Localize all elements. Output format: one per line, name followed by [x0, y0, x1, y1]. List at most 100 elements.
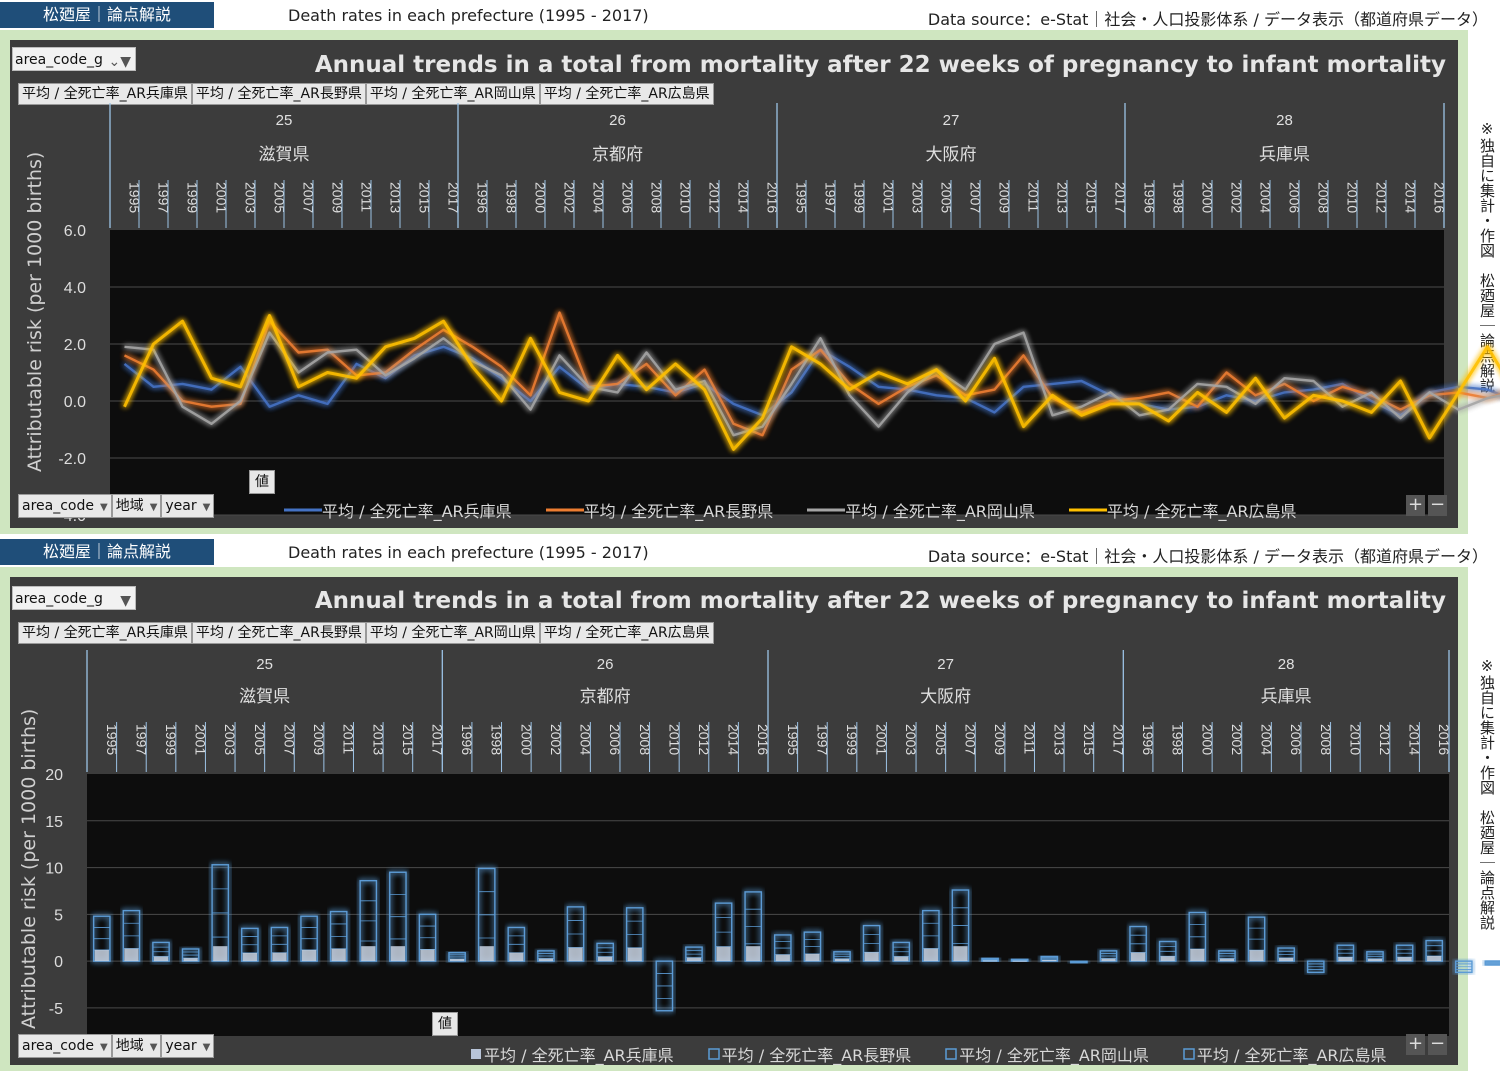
group-name-label: 滋賀県 [259, 145, 310, 165]
area-code-field-button[interactable]: area_code ▼ [18, 494, 112, 518]
year-tick-label: 2001 [193, 724, 209, 755]
bar-segment-hyogo [894, 956, 909, 962]
expand-button[interactable]: + [1406, 1034, 1425, 1055]
year-tick-label: 2000 [533, 182, 549, 213]
bar-segment-hyogo [805, 953, 820, 962]
year-tick-label: 1996 [475, 182, 491, 213]
group-code-label: 28 [1278, 656, 1295, 673]
chart-legend: 平均 / 全死亡率_AR兵庫県 平均 / 全死亡率_AR長野県 平均 / 全死亡… [470, 1042, 1421, 1066]
year-tick-label: 2016 [1436, 724, 1452, 755]
bar-segment-hyogo [449, 959, 465, 962]
year-tick-label: 2002 [562, 182, 578, 213]
legend-item-hyogo: 平均 / 全死亡率_AR兵庫県 [284, 502, 512, 521]
bar-segment-hyogo [1160, 956, 1175, 962]
year-tick-label: 2010 [1347, 724, 1363, 755]
bar-segment-hyogo [864, 952, 879, 962]
year-tick-label: 2000 [518, 724, 534, 755]
legend-item-hyogo: 平均 / 全死亡率_AR兵庫県 [470, 1042, 674, 1066]
region-field-button[interactable]: 地域 ▼ [111, 1034, 162, 1058]
year-tick-label: 2016 [765, 182, 781, 213]
year-tick-label: 2007 [962, 724, 978, 755]
year-tick-label: 1999 [852, 182, 868, 213]
dropdown-icon: ▼ [99, 1042, 108, 1053]
bar-segment-hyogo [272, 952, 287, 962]
year-field-button[interactable]: year ▼ [161, 494, 215, 518]
year-tick-label: 2000 [1200, 182, 1216, 213]
year-field-button[interactable]: year ▼ [161, 1034, 215, 1058]
year-tick-label: 1995 [104, 724, 120, 755]
year-tick-label: 1995 [794, 182, 810, 213]
series-line [123, 345, 1500, 417]
year-tick-label: 2017 [1113, 182, 1129, 213]
bar-segment-hyogo [390, 946, 406, 962]
group-code-label: 27 [943, 112, 960, 129]
year-tick-label: 2002 [1229, 182, 1245, 213]
y-tick-label: -5 [49, 1001, 63, 1018]
year-tick-label: 2008 [1316, 182, 1332, 213]
year-tick-label: 1997 [814, 724, 830, 755]
values-button[interactable]: 値 [432, 1012, 458, 1036]
dropdown-icon: ▼ [149, 502, 158, 513]
collapse-button[interactable]: − [1428, 1034, 1447, 1055]
year-tick-label: 2005 [252, 724, 268, 755]
bar-segment-hyogo [923, 948, 938, 962]
axis-field-buttons: area_code ▼ 地域 ▼ year ▼ [18, 1034, 215, 1058]
group-code-label: 25 [276, 112, 293, 129]
year-tick-label: 2008 [1318, 724, 1334, 755]
year-tick-label: 1999 [185, 182, 201, 213]
year-tick-label: 1995 [785, 724, 801, 755]
year-tick-label: 2003 [910, 182, 926, 213]
year-tick-label: 1996 [1142, 182, 1158, 213]
year-tick-label: 2005 [933, 724, 949, 755]
group-code-label: 28 [1276, 112, 1293, 129]
group-name-label: 大阪府 [920, 687, 971, 707]
collapse-button[interactable]: − [1428, 495, 1447, 516]
area-code-field-button[interactable]: area_code ▼ [18, 1034, 112, 1058]
year-tick-label: 2013 [1051, 724, 1067, 755]
bar-segment-hyogo [1130, 952, 1146, 962]
bar-segment-hyogo [834, 958, 850, 962]
group-name-label: 兵庫県 [1259, 145, 1310, 165]
year-tick-label: 2009 [997, 182, 1013, 213]
year-tick-label: 2003 [903, 724, 919, 755]
values-button[interactable]: 値 [249, 470, 275, 494]
year-tick-label: 2008 [637, 724, 653, 755]
bar-segment-hyogo [1367, 958, 1383, 962]
bar-segment-hyogo [686, 957, 702, 962]
chart-panel-bar: 松廼屋｜論点解説 Death rates in each prefecture … [0, 537, 1500, 1074]
year-tick-label: 1997 [133, 724, 149, 755]
y-tick-label: 15 [45, 814, 63, 831]
bar-segment-hyogo [598, 956, 613, 962]
bar-segment-hyogo [420, 949, 435, 962]
year-tick-label: 2011 [1026, 182, 1042, 212]
expand-button[interactable]: + [1406, 495, 1425, 516]
year-tick-label: 1997 [156, 182, 172, 213]
legend-item-hiroshima: 平均 / 全死亡率_AR広島県 [1068, 502, 1297, 521]
bar-segment-hyogo [153, 956, 169, 962]
bar-segment-hyogo [746, 946, 761, 962]
year-tick-label: 2015 [1084, 182, 1100, 213]
y-axis-label: Attributable risk (per 1000 births) [24, 151, 46, 472]
bar-segment-hyogo [1219, 958, 1235, 962]
axis-field-buttons: area_code ▼ 地域 ▼ year ▼ [18, 494, 215, 518]
region-field-button[interactable]: 地域 ▼ [111, 494, 162, 518]
y-tick-label: 10 [45, 861, 63, 878]
year-tick-label: 1998 [489, 724, 505, 755]
y-tick-label: 0 [54, 954, 63, 971]
year-tick-label: 2001 [214, 182, 230, 213]
year-tick-label: 2012 [707, 182, 723, 213]
bar-segment-hyogo [568, 947, 583, 962]
dropdown-icon: ▼ [202, 502, 211, 513]
bar-segment-hyogo [242, 952, 257, 962]
bar-segment-hyogo [716, 946, 731, 962]
y-tick-label: 2.0 [64, 337, 86, 354]
year-tick-label: 1998 [1171, 182, 1187, 213]
bar-segment-hyogo [213, 946, 228, 962]
year-tick-label: 2017 [446, 182, 462, 213]
dropdown-icon: ▼ [99, 502, 108, 513]
bar-segment-hyogo [94, 949, 109, 962]
year-tick-label: 1995 [127, 182, 143, 213]
year-tick-label: 2006 [620, 182, 636, 213]
year-tick-label: 2001 [874, 724, 890, 755]
line-chart-svg: 25 滋賀県 1995 1997 1999 2001 2003 2005 2007 2009 201… [58, 103, 1500, 525]
